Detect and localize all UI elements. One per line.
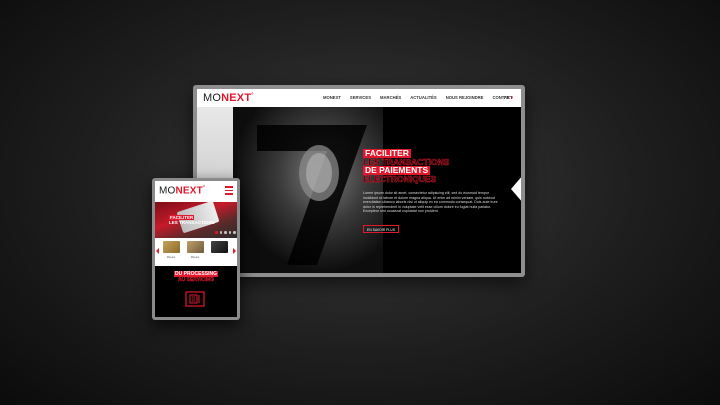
nav-item-marches[interactable]: MARCHÉS xyxy=(380,95,401,100)
carousel-prev-icon[interactable] xyxy=(156,248,159,254)
hero-headline: FACILITER LES TRANSACTIONS DE PAIEMENTS … xyxy=(363,149,450,184)
nav-item-services[interactable]: SERVICES xyxy=(350,95,371,100)
learn-more-button[interactable]: EN SAVOIR PLUS xyxy=(363,225,399,233)
product-label-1: Monext xyxy=(166,256,176,259)
monext-logo[interactable]: MONEXT° xyxy=(203,92,254,104)
desktop-navbar: MONEXT° MONEXT SERVICES MARCHÉS ACTUALIT… xyxy=(197,89,521,107)
nav-item-actualites[interactable]: ACTUALITÉS xyxy=(410,95,437,100)
product-label-2: Monext xyxy=(190,256,200,259)
nav-item-monext[interactable]: MONEXT xyxy=(323,95,341,100)
menu-icon[interactable] xyxy=(225,186,233,195)
hero-line-4: ÉLECTRONIQUES xyxy=(363,173,437,184)
seven-shape-graphic xyxy=(257,125,367,265)
payment-terminal-icon xyxy=(185,291,205,307)
product-card-2[interactable] xyxy=(187,241,204,253)
slider-arrow-icon[interactable] xyxy=(511,175,521,203)
monext-logo-mobile[interactable]: MONEXT° xyxy=(159,185,205,196)
product-card-1[interactable] xyxy=(163,241,180,253)
nav-item-nous-rejoindre[interactable]: NOUS REJOINDRE xyxy=(446,95,484,100)
language-selector[interactable]: FR ▾ xyxy=(504,95,513,100)
product-card-3[interactable] xyxy=(211,241,228,253)
services-headline: DU PROCESSING AU SERVICING xyxy=(174,271,218,283)
hero-body-text: Lorem ipsum dolor sit amet, consectetur … xyxy=(363,191,498,214)
carousel-next-icon[interactable] xyxy=(233,248,236,254)
mobile-navbar: MONEXT° xyxy=(155,181,237,202)
chevron-down-icon: ▾ xyxy=(510,95,513,100)
carousel-dots[interactable] xyxy=(215,231,236,234)
product-carousel: Monext Monext xyxy=(155,238,237,266)
desktop-mockup: MONEXT° MONEXT SERVICES MARCHÉS ACTUALIT… xyxy=(193,85,525,277)
main-menu: MONEXT SERVICES MARCHÉS ACTUALITÉS NOUS … xyxy=(323,95,513,100)
desktop-screen: MONEXT° MONEXT SERVICES MARCHÉS ACTUALIT… xyxy=(197,89,521,273)
mobile-hero: FACILITER LES TRANSACTIONS xyxy=(155,200,237,238)
mobile-hero-headline: FACILITER LES TRANSACTIONS xyxy=(169,215,215,225)
mobile-mockup: MONEXT° FACILITER LES TRANSACTIONS Monex… xyxy=(152,178,240,320)
mobile-screen: MONEXT° FACILITER LES TRANSACTIONS Monex… xyxy=(155,181,237,317)
